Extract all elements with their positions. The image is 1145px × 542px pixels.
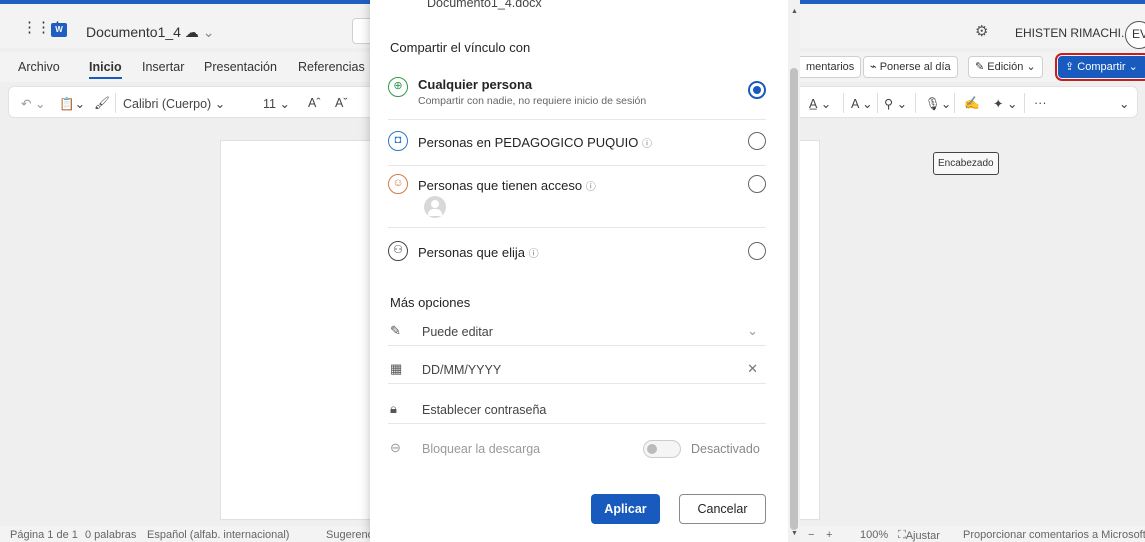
dictate-icon[interactable]: 🎙⌄ — [925, 96, 951, 112]
status-language[interactable]: Español (alfab. internacional) — [147, 527, 289, 542]
radio-anyone[interactable] — [748, 81, 766, 99]
fit-button[interactable]: ⛶ Ajustar — [898, 527, 940, 542]
close-icon[interactable]: ✕ — [747, 361, 758, 377]
sync-status-icon: ☁ — [184, 24, 199, 40]
share-dialog: Documento1_4.docx Compartir el vínculo c… — [370, 0, 788, 542]
permission-select[interactable]: ✎ Puede editar ⌄ — [388, 318, 766, 346]
briefcase-icon: ◘ — [388, 131, 408, 151]
option-anyone[interactable]: ⊕ Cualquier persona Compartir con nadie,… — [388, 70, 766, 120]
block-download-label: Bloquear la descarga — [422, 442, 541, 456]
status-page-count: Página 1 de 1 — [10, 529, 78, 541]
expiration-date-field[interactable]: ▦ DD/MM/YYYY ✕ — [388, 356, 766, 384]
status-suggestions[interactable]: Sugerenc — [326, 527, 373, 542]
scroll-up-icon[interactable]: ▲ — [791, 8, 798, 15]
ribbon-divider — [915, 93, 916, 113]
tab-insertar[interactable]: Insertar — [142, 60, 184, 74]
designer-icon[interactable]: ✦ ⌄ — [993, 96, 1017, 111]
lock-icon: 🔒︎ — [390, 401, 397, 416]
globe-icon: ⊕ — [388, 77, 408, 97]
avatar — [424, 196, 446, 218]
scroll-down-icon[interactable]: ▼ — [791, 530, 798, 537]
info-icon[interactable]: ⓘ — [529, 249, 539, 260]
block-download-row: ⊖ Bloquear la descarga Desactivado — [388, 435, 766, 463]
dialog-document-name: Documento1_4.docx — [427, 0, 542, 10]
zoom-out-icon[interactable]: − — [808, 527, 814, 542]
document-title[interactable]: Documento1_4 ☁ ⌄ — [86, 24, 214, 41]
search-box[interactable] — [352, 18, 372, 44]
font-name-select[interactable]: Calibri (Cuerpo) ⌄ — [123, 96, 225, 111]
chevron-down-icon: ⌄ — [747, 323, 758, 338]
tab-inicio[interactable]: Inicio — [89, 60, 122, 79]
feedback-link[interactable]: Proporcionar comentarios a Microsoft — [963, 527, 1145, 542]
find-icon[interactable]: ⚲ ⌄ — [884, 96, 907, 111]
tab-presentacion[interactable]: Presentación — [204, 60, 277, 74]
ribbon-divider — [877, 93, 878, 113]
editing-mode-button[interactable]: ✎ Edición ⌄ — [968, 56, 1043, 78]
apply-button[interactable]: Aplicar — [591, 494, 660, 524]
permission-value: Puede editar — [422, 325, 493, 339]
ribbon-divider — [1024, 93, 1025, 113]
people-settings-icon: ⚇ — [388, 241, 408, 261]
share-link-heading: Compartir el vínculo con — [390, 40, 531, 55]
ribbon-divider — [954, 93, 955, 113]
tab-archivo[interactable]: Archivo — [18, 60, 60, 74]
zoom-level[interactable]: 100% — [860, 527, 888, 542]
pencil-icon: ✎ — [975, 61, 985, 73]
highlight-color-icon[interactable]: A̲ ⌄ — [809, 96, 831, 111]
status-word-count: 0 palabras — [85, 529, 137, 541]
option-specific-people[interactable]: ⚇ Personas que elija ⓘ — [388, 228, 766, 274]
catch-up-button[interactable]: ⌁ Ponerse al día — [863, 56, 958, 78]
person-icon: ☺ — [388, 174, 408, 194]
gear-icon[interactable]: ⚙ — [975, 22, 988, 40]
password-placeholder: Establecer contraseña — [422, 403, 547, 417]
font-size-select[interactable]: 11 ⌄ — [263, 96, 290, 111]
tab-referencias[interactable]: Referencias — [298, 60, 365, 74]
styles-icon[interactable]: A ⌄ — [851, 96, 873, 111]
header-tooltip: Encabezado — [933, 152, 999, 175]
calendar-icon: ▦ — [390, 361, 403, 376]
option-anyone-label: Cualquier persona — [418, 77, 533, 92]
clipboard-icon[interactable]: 📋⌄ — [59, 96, 85, 112]
radio-organization[interactable] — [748, 132, 766, 150]
comments-button[interactable]: mentarios — [800, 56, 862, 78]
more-options-icon[interactable]: ··· — [1034, 96, 1047, 110]
format-painter-icon[interactable]: 🖌 — [94, 96, 110, 111]
ribbon-divider — [843, 93, 844, 113]
option-organization[interactable]: ◘ Personas en PEDAGOGICO PUQUIO ⓘ — [388, 120, 766, 166]
avatar[interactable]: EV — [1125, 21, 1145, 49]
user-name[interactable]: EHISTEN RIMACHI... — [1015, 26, 1131, 40]
password-field[interactable]: 🔒︎ Establecer contraseña — [388, 396, 766, 424]
option-existing-access-label: Personas que tienen acceso ⓘ — [418, 178, 596, 193]
block-icon: ⊖ — [390, 440, 401, 455]
word-logo-icon: W — [51, 23, 67, 37]
info-icon[interactable]: ⓘ — [642, 139, 652, 150]
shrink-font-button[interactable]: Aˇ — [335, 96, 348, 110]
pencil-icon: ✎ — [390, 323, 401, 338]
radio-existing-access[interactable] — [748, 175, 766, 193]
collapse-ribbon-icon[interactable]: ⌄ — [1119, 96, 1129, 111]
share-icon: ⇪ — [1065, 61, 1075, 73]
grow-font-button[interactable]: Aˆ — [308, 96, 321, 110]
ribbon-divider — [115, 93, 116, 113]
dialog-scrollbar[interactable]: ▲ ▼ — [788, 0, 800, 542]
chevron-down-icon[interactable]: ⌄ — [203, 24, 215, 40]
pulse-icon: ⌁ — [870, 61, 877, 73]
scrollbar-thumb[interactable] — [790, 68, 798, 530]
info-icon[interactable]: ⓘ — [586, 182, 596, 193]
undo-icon[interactable]: ↶ ⌄ — [21, 96, 45, 111]
cancel-button[interactable]: Cancelar — [679, 494, 766, 524]
option-anyone-description: Compartir con nadie, no requiere inicio … — [418, 95, 647, 107]
more-options-heading: Más opciones — [390, 295, 471, 310]
block-download-toggle[interactable] — [643, 440, 681, 458]
option-organization-label: Personas en PEDAGOGICO PUQUIO ⓘ — [418, 135, 652, 150]
option-existing-access[interactable]: ☺ Personas que tienen acceso ⓘ — [388, 166, 766, 228]
block-download-state: Desactivado — [691, 442, 760, 456]
radio-specific-people[interactable] — [748, 242, 766, 260]
zoom-in-icon[interactable]: + — [826, 527, 832, 542]
share-button[interactable]: ⇪ Compartir ⌄ — [1055, 53, 1145, 81]
expiration-date-placeholder: DD/MM/YYYY — [422, 363, 502, 377]
editor-icon[interactable]: ✍ — [964, 96, 980, 111]
option-specific-people-label: Personas que elija ⓘ — [418, 245, 539, 260]
